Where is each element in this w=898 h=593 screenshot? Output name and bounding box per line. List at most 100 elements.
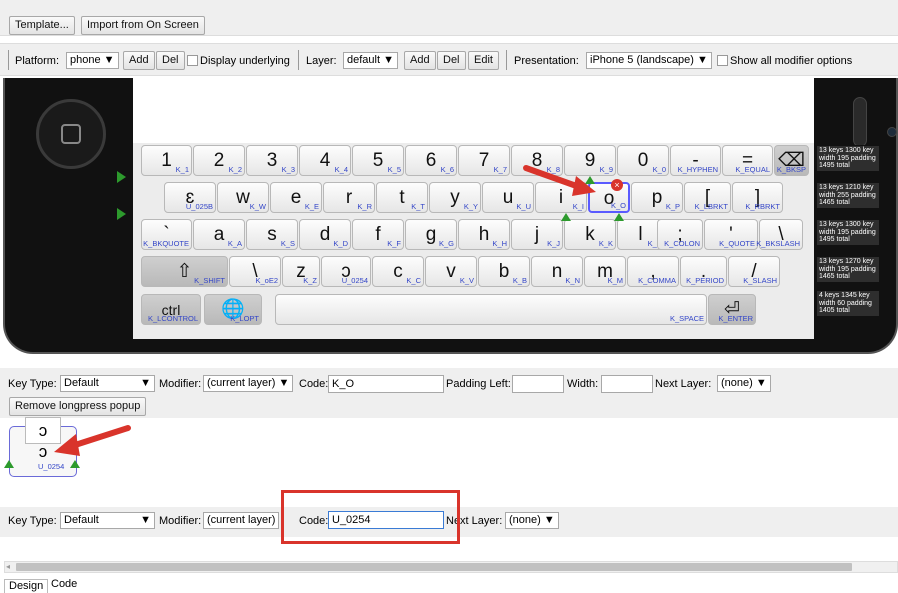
key-k-bkslash[interactable]: \ K_BKSLASH bbox=[756, 219, 803, 250]
key-k-n[interactable]: n K_N bbox=[531, 256, 583, 287]
platform-select[interactable]: phone ▼ bbox=[66, 52, 119, 69]
key-k-lcontrol[interactable]: ctrl K_LCONTROL bbox=[141, 294, 201, 325]
key-code-label: K_N bbox=[565, 276, 580, 285]
show-modifier-checkbox[interactable] bbox=[717, 55, 728, 66]
key-code-label: K_3 bbox=[281, 165, 295, 174]
popup-indicator-icon bbox=[4, 460, 14, 468]
key-code-label: K_oE2 bbox=[255, 276, 278, 285]
key-k-h[interactable]: h K_H bbox=[458, 219, 510, 250]
scroll-left-icon[interactable]: ◂ bbox=[6, 561, 10, 573]
key-k-bkquote[interactable]: ` K_BKQUOTE bbox=[141, 219, 192, 250]
key-code-label: K_V bbox=[459, 276, 474, 285]
key-k-colon[interactable]: ; K_COLON bbox=[657, 219, 703, 250]
row-indicator-arrow bbox=[117, 208, 126, 220]
presentation-label: Presentation: bbox=[514, 55, 579, 67]
layer-add-button[interactable]: Add bbox=[404, 51, 436, 70]
key-k-w[interactable]: w K_W bbox=[217, 182, 269, 213]
key-k-slash[interactable]: / K_SLASH bbox=[728, 256, 780, 287]
key-k-5[interactable]: 5 K_5 bbox=[352, 145, 404, 176]
key-k-a[interactable]: a K_A bbox=[193, 219, 245, 250]
key-k-quote[interactable]: ' K_QUOTE bbox=[704, 219, 758, 250]
key-type-select[interactable]: Default ▼ bbox=[60, 375, 155, 392]
key-k-p[interactable]: p K_P bbox=[631, 182, 683, 213]
key-k-4[interactable]: 4 K_4 bbox=[299, 145, 351, 176]
key-code-label: K_PERIOD bbox=[686, 276, 724, 285]
key-k-2[interactable]: 2 K_2 bbox=[193, 145, 245, 176]
template-button[interactable]: Template... bbox=[9, 16, 75, 35]
key-k-b[interactable]: b K_B bbox=[478, 256, 530, 287]
tab-code[interactable]: Code bbox=[47, 578, 81, 591]
key-k-s[interactable]: s K_S bbox=[246, 219, 298, 250]
modifier-select[interactable]: (current layer) ▼ bbox=[203, 375, 294, 392]
display-underlying-checkbox[interactable] bbox=[187, 55, 198, 66]
key-k-e[interactable]: e K_E bbox=[270, 182, 322, 213]
key-k-v[interactable]: v K_V bbox=[425, 256, 477, 287]
scrollbar-thumb[interactable] bbox=[16, 563, 852, 571]
key-k-lopt[interactable]: 🌐 K_LOPT bbox=[204, 294, 262, 325]
code-input[interactable]: K_O bbox=[328, 375, 444, 393]
subkey-modifier-label: Modifier: bbox=[159, 515, 202, 527]
key-code-label: K_A bbox=[227, 239, 242, 248]
close-icon[interactable]: × bbox=[611, 179, 623, 191]
key-code-label: K_F bbox=[387, 239, 401, 248]
presentation-select[interactable]: iPhone 5 (landscape) ▼ bbox=[586, 52, 712, 69]
width-label: Width: bbox=[567, 378, 599, 390]
key-k-equal[interactable]: = K_EQUAL bbox=[722, 145, 773, 176]
key-k-period[interactable]: . K_PERIOD bbox=[680, 256, 727, 287]
highlight-arrow bbox=[523, 165, 596, 196]
key-k-6[interactable]: 6 K_6 bbox=[405, 145, 457, 176]
key-k-space[interactable]: K_SPACE bbox=[275, 294, 707, 325]
key-k-3[interactable]: 3 K_3 bbox=[246, 145, 298, 176]
key-u-0254[interactable]: ɔ U_0254 bbox=[321, 256, 371, 287]
key-k-d[interactable]: d K_D bbox=[299, 219, 351, 250]
width-input[interactable] bbox=[601, 375, 653, 393]
key-code-label: K_M bbox=[607, 276, 623, 285]
key-k-k[interactable]: k K_K bbox=[564, 219, 616, 250]
import-from-screen-button[interactable]: Import from On Screen bbox=[81, 16, 205, 35]
key-k-lbrkt[interactable]: [K_LBRKT bbox=[684, 182, 731, 213]
key-k-enter[interactable]: ⏎ K_ENTER bbox=[708, 294, 756, 325]
layer-del-button[interactable]: Del bbox=[437, 51, 466, 70]
next-layer-select[interactable]: (none) ▼ bbox=[717, 375, 771, 392]
key-k-shift[interactable]: ⇧ K_SHIFT bbox=[141, 256, 228, 287]
layer-edit-button[interactable]: Edit bbox=[468, 51, 499, 70]
platform-add-button[interactable]: Add bbox=[123, 51, 155, 70]
key-code-label: K_Z bbox=[303, 276, 317, 285]
toolbar-separator bbox=[298, 50, 299, 70]
subkey-type-select[interactable]: Default ▼ bbox=[60, 512, 155, 529]
key-k-0[interactable]: 0 K_0 bbox=[617, 145, 669, 176]
key-code-label: K_HYPHEN bbox=[677, 165, 718, 174]
key-k-7[interactable]: 7 K_7 bbox=[458, 145, 510, 176]
key-k-f[interactable]: f K_F bbox=[352, 219, 404, 250]
key-k-y[interactable]: y K_Y bbox=[429, 182, 481, 213]
remove-longpress-button[interactable]: Remove longpress popup bbox=[9, 397, 147, 416]
key-code-label: K_6 bbox=[440, 165, 454, 174]
subkey-next-layer-select[interactable]: (none) ▼ bbox=[505, 512, 559, 529]
padding-left-input[interactable] bbox=[512, 375, 564, 393]
highlight-arrow bbox=[54, 425, 131, 456]
key-k-z[interactable]: z K_Z bbox=[282, 256, 320, 287]
key-code-label: K_C bbox=[406, 276, 421, 285]
key-k-rbrkt[interactable]: ] K_RBRKT bbox=[732, 182, 783, 213]
row-info-badge: 13 keys 1300 key width 195 padding 1495 … bbox=[816, 219, 880, 246]
key-u-025b[interactable]: ɛ U_025B bbox=[164, 182, 216, 213]
modifier-label: Modifier: bbox=[159, 378, 202, 390]
key-k-comma[interactable]: , K_COMMA bbox=[627, 256, 679, 287]
key-k-m[interactable]: m K_M bbox=[584, 256, 626, 287]
key-k-g[interactable]: g K_G bbox=[405, 219, 457, 250]
platform-del-button[interactable]: Del bbox=[156, 51, 185, 70]
key-k-1[interactable]: 1 K_1 bbox=[141, 145, 192, 176]
key-k-j[interactable]: j K_J bbox=[511, 219, 563, 250]
layer-select[interactable]: default ▼ bbox=[343, 52, 398, 69]
longpress-key-code: U_0254 bbox=[38, 462, 65, 471]
key-k-hyphen[interactable]: - K_HYPHEN bbox=[670, 145, 721, 176]
key-k-bksp[interactable]: ⌫ K_BKSP bbox=[774, 145, 809, 176]
key-code-label: K_ENTER bbox=[718, 314, 753, 323]
key-k-oe2[interactable]: \ K_oE2 bbox=[229, 256, 281, 287]
key-k-r[interactable]: r K_R bbox=[323, 182, 375, 213]
subkey-modifier-select[interactable]: (current layer) bbox=[203, 512, 280, 529]
key-k-t[interactable]: t K_T bbox=[376, 182, 428, 213]
key-k-c[interactable]: c K_C bbox=[372, 256, 424, 287]
key-code-label: K_J bbox=[547, 239, 560, 248]
popup-indicator-icon bbox=[70, 460, 80, 468]
